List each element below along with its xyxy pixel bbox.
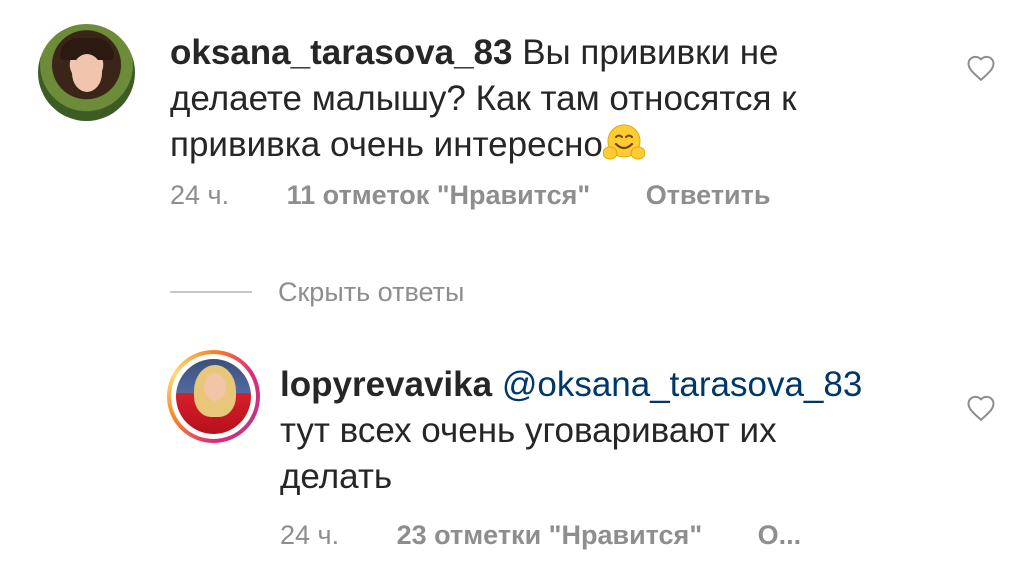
mention-link[interactable]: @oksana_tarasova_83 [502,365,863,404]
comment-body-line-2: делаете малышу? Как там относятся к [170,79,797,118]
reply-button[interactable]: О... [758,520,802,550]
likes-count[interactable]: 23 отметки "Нравится" [397,520,703,550]
heart-outline-icon[interactable] [966,54,996,82]
comment-body-line-3: прививка очень интересно [170,125,603,164]
comment-body-line-1: Вы прививки не [522,33,779,72]
divider-line [170,291,252,293]
username[interactable]: lopyrevavika [280,365,492,404]
avatar-face [72,54,102,92]
avatar-photo [176,359,251,434]
reply-button[interactable]: Ответить [646,180,771,210]
username[interactable]: oksana_tarasova_83 [170,33,512,72]
comment-meta: 24 ч. 11 отметок "Нравится" Ответить [170,180,770,211]
likes-count[interactable]: 11 отметок "Нравится" [287,180,591,210]
comment-body-line-2: делать [280,457,393,496]
avatar-face [204,373,226,401]
comment-time: 24 ч. [170,180,230,210]
comment-time: 24 ч. [280,520,340,550]
comment-text: lopyrevavika @oksana_tarasova_83 тут все… [280,362,940,500]
heart-outline-icon[interactable] [966,394,996,422]
comment-text: oksana_tarasova_83 Вы прививки не делает… [170,30,930,168]
avatar[interactable] [38,24,135,121]
hugging-face-emoji-icon [602,124,645,160]
avatar[interactable] [167,350,260,443]
comment-meta: 24 ч. 23 отметки "Нравится" О... [280,520,801,551]
comment-body-line-1: тут всех очень уговаривают их [280,411,777,450]
hide-replies-toggle[interactable]: Скрыть ответы [170,274,464,310]
hide-replies-label[interactable]: Скрыть ответы [278,277,464,308]
